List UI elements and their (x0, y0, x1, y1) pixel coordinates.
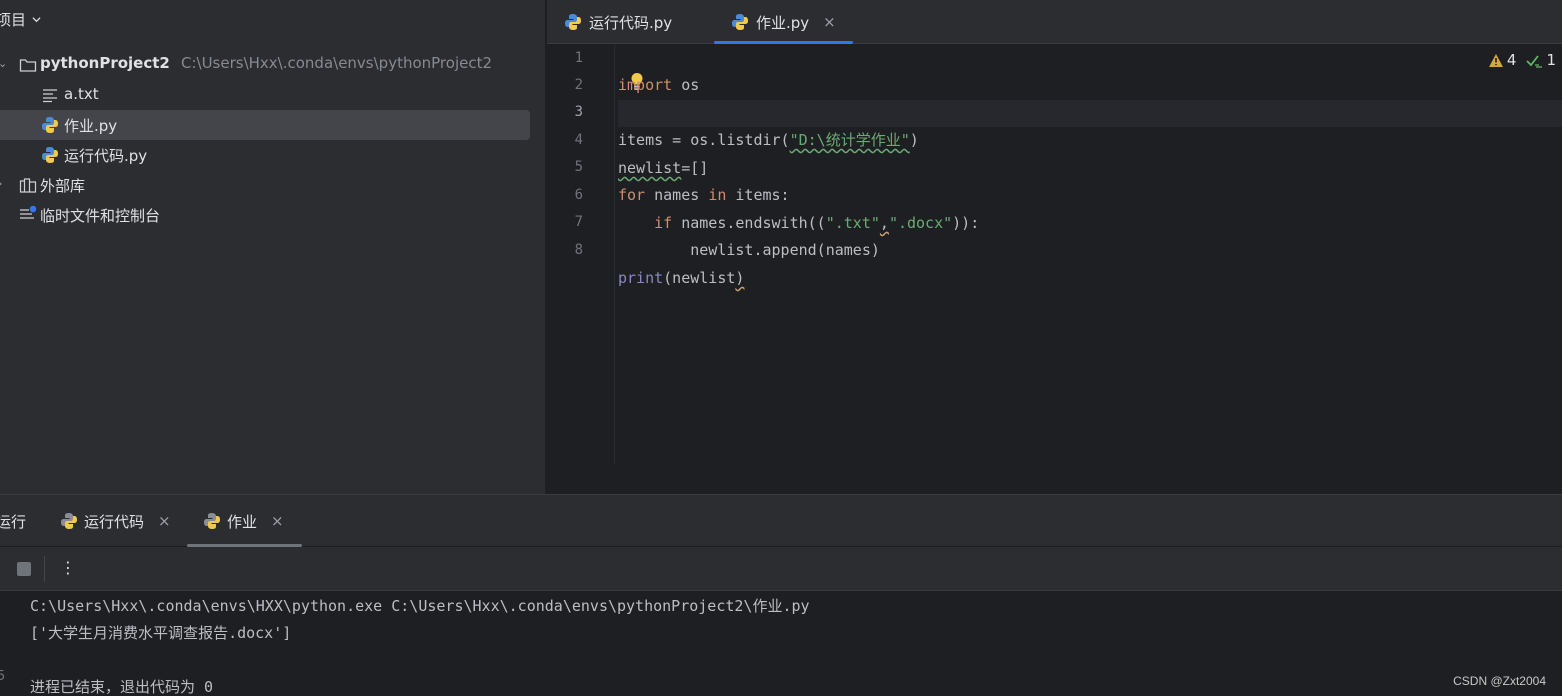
console-line: C:\Users\Hxx\.conda\envs\HXX\python.exe … (30, 597, 810, 615)
tree-item-run-code-py[interactable]: 运行代码.py (0, 140, 545, 170)
project-path: C:\Users\Hxx\.conda\envs\pythonProject2 (181, 54, 493, 72)
code-text: os (672, 76, 700, 94)
project-name: pythonProject2 (40, 54, 170, 72)
run-window-title: 运行 (0, 495, 26, 547)
chevron-down-icon (32, 16, 41, 22)
code-line: for names in items: (618, 155, 1562, 204)
line-number: 3 (574, 104, 583, 120)
scratch-icon (20, 205, 37, 219)
line-number: 5 (574, 159, 583, 175)
more-options-icon[interactable]: ⋮ (60, 558, 76, 577)
tree-item-label: 运行代码.py (64, 147, 148, 165)
console-line: ['大学生月消费水平调查报告.docx'] (30, 624, 292, 642)
code-text: (newlist (663, 269, 736, 287)
code-line: import os (618, 45, 1562, 94)
tree-item-label: 临时文件和控制台 (40, 207, 161, 225)
code-text: ) (735, 269, 745, 287)
python-icon (42, 117, 58, 133)
line-number: 4 (574, 132, 583, 148)
project-panel-title: 项目 (0, 10, 27, 29)
python-icon (61, 513, 77, 529)
project-view-selector[interactable]: 项目 (0, 6, 41, 32)
run-toolbar: ⋮ (0, 547, 1562, 591)
code-area[interactable]: import os items = os.listdir("D:\统计学作业")… (618, 45, 1562, 464)
tab-homework-py[interactable]: 作业.py × (714, 0, 853, 44)
tree-item-label: 外部库 (40, 177, 86, 195)
run-tab-homework[interactable]: 作业 × (187, 495, 302, 547)
code-line: if names.endswith((".txt",".docx")): (618, 183, 1562, 232)
text-file-icon (43, 89, 57, 103)
console-gutter-mark: 5 (0, 669, 6, 684)
console-line: 进程已结束，退出代码为 0 (30, 678, 214, 696)
tree-item-a-txt[interactable]: a.txt (0, 80, 545, 110)
project-panel: 项目 ⌄ pythonProject2 C:\Users\Hxx\.conda\… (0, 0, 545, 494)
tab-label: 运行代码.py (589, 13, 673, 32)
python-icon (732, 14, 748, 30)
python-icon (204, 513, 220, 529)
line-number: 7 (574, 214, 583, 230)
close-icon[interactable]: × (271, 512, 284, 530)
console-output[interactable]: C:\Users\Hxx\.conda\envs\HXX\python.exe … (0, 591, 1562, 696)
code-line: newlist.append(names) (618, 210, 1562, 259)
tab-label: 作业.py (756, 13, 810, 32)
tab-label: 运行代码 (84, 512, 145, 531)
run-title: 运行 (0, 512, 27, 531)
run-tab-run-code[interactable]: 运行代码 × (60, 495, 171, 547)
line-number: 8 (574, 242, 583, 258)
toolbar-divider (44, 556, 45, 582)
tree-item-scratches[interactable]: 临时文件和控制台 (0, 200, 545, 230)
code-line-current: items = os.listdir("D:\统计学作业") (618, 100, 1562, 149)
python-icon (565, 14, 581, 30)
editor-tab-bar: 运行代码.py 作业.py × (547, 0, 1562, 44)
library-icon (19, 178, 37, 193)
tree-item-project-root[interactable]: ⌄ pythonProject2 C:\Users\Hxx\.conda\env… (0, 50, 545, 80)
run-tool-window: 运行 运行代码 × 作业 × ⋮ C:\Users\Hxx\.conda\env… (0, 494, 1562, 696)
line-number: 6 (574, 187, 583, 203)
line-number: 2 (574, 77, 583, 93)
line-number: 1 (574, 50, 583, 66)
chevron-down-icon[interactable]: ⌄ (0, 57, 7, 70)
close-icon[interactable]: × (823, 13, 836, 31)
tree-item-external-libraries[interactable]: › 外部库 (0, 170, 545, 200)
folder-icon (19, 59, 37, 72)
close-icon[interactable]: × (158, 512, 171, 530)
python-icon (42, 147, 58, 163)
run-tab-bar: 运行 运行代码 × 作业 × (0, 495, 1562, 547)
watermark: CSDN @Zxt2004 (1453, 674, 1546, 688)
tree-item-homework-py[interactable]: 作业.py (0, 110, 530, 140)
tree-item-label: 作业.py (64, 117, 118, 135)
chevron-right-icon[interactable]: › (0, 177, 2, 190)
line-number-gutter: 1 2 3 4 5 6 7 8 (547, 45, 615, 464)
code-line: print(newlist) (618, 238, 1562, 287)
tab-label: 作业 (227, 512, 258, 531)
builtin: print (618, 269, 664, 287)
stop-icon[interactable] (17, 562, 31, 576)
code-editor: 运行代码.py 作业.py × 4 1 1 2 3 4 5 6 7 8 impo… (546, 0, 1562, 464)
tab-run-code-py[interactable]: 运行代码.py (564, 0, 672, 44)
code-line: newlist=[] (618, 128, 1562, 177)
tree-item-label: a.txt (64, 85, 99, 103)
keyword: import (618, 76, 673, 94)
